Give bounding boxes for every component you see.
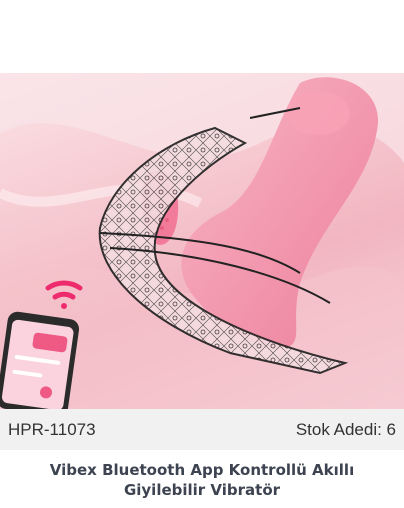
stock-count: Stok Adedi: 6 — [295, 419, 396, 439]
product-meta-bar: HPR-11073 Stok Adedi: 6 — [0, 409, 404, 450]
product-title[interactable]: Vibex Bluetooth App Kontrollü Akıllı Giy… — [0, 460, 404, 500]
phone-illustration — [0, 311, 80, 409]
product-image[interactable] — [0, 73, 404, 409]
product-card[interactable]: HPR-11073 Stok Adedi: 6 Vibex Bluetooth … — [0, 0, 404, 508]
product-sku: HPR-11073 — [8, 419, 96, 439]
product-illustration — [0, 73, 404, 409]
